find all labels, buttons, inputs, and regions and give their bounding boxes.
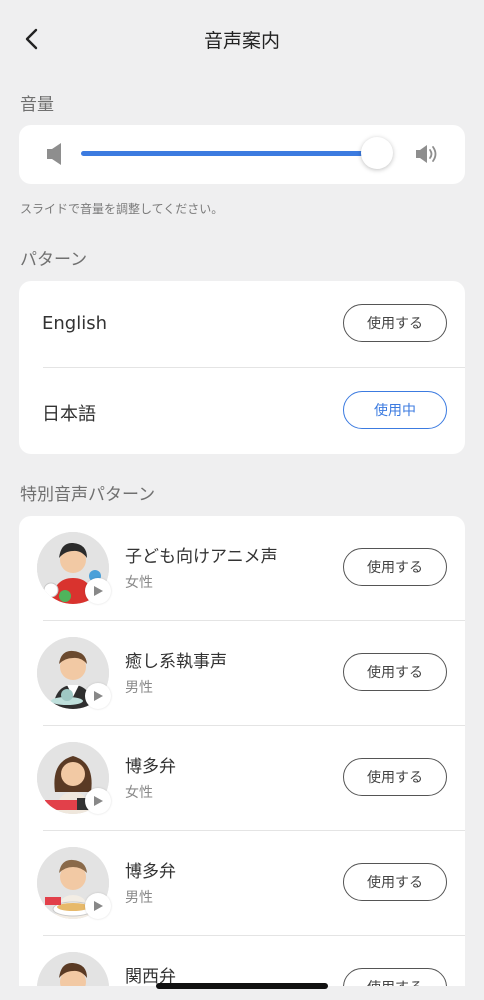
list-item: 子ども向けアニメ声 女性 使用する (19, 516, 465, 620)
list-item: 博多弁 男性 使用する (19, 831, 465, 935)
pattern-section-label: パターン (20, 250, 88, 270)
use-voice-button[interactable]: 使用する (343, 863, 447, 901)
special-card: 子ども向けアニメ声 女性 使用する 癒し系執事声 男性 使用する 博多弁 女性 … (19, 516, 465, 986)
page-title: 音声案内 (203, 30, 280, 52)
japanese-in-use-button[interactable]: 使用中 (343, 391, 447, 429)
volume-hint: スライドで音量を調整してください。 (20, 202, 224, 216)
use-voice-button[interactable]: 使用する (343, 653, 447, 691)
pattern-label: English (42, 313, 107, 334)
list-item: 癒し系執事声 男性 使用する (19, 621, 465, 725)
volume-slider-track[interactable] (81, 151, 389, 156)
nav-bar: 音声案内 (0, 0, 484, 80)
volume-card (19, 125, 465, 184)
play-icon (94, 586, 103, 596)
play-sample-button[interactable] (85, 578, 111, 604)
play-icon (94, 901, 103, 911)
use-voice-button[interactable]: 使用する (343, 758, 447, 796)
play-sample-button[interactable] (85, 788, 111, 814)
voice-gender: 男性 (125, 890, 153, 906)
avatar (37, 952, 109, 986)
use-english-button[interactable]: 使用する (343, 304, 447, 342)
pattern-label: 日本語 (42, 404, 96, 425)
use-voice-button[interactable]: 使用する (343, 968, 447, 986)
speaker-mute-icon (47, 143, 61, 165)
voice-title: 博多弁 (125, 757, 176, 777)
voice-gender: 男性 (125, 680, 153, 696)
speaker-loud-icon (416, 145, 437, 163)
pattern-row-english: English 使用する (19, 281, 465, 367)
voice-gender: 女性 (125, 575, 153, 591)
play-sample-button[interactable] (85, 893, 111, 919)
voice-gender: 女性 (125, 785, 153, 801)
kansai-avatar-icon (37, 952, 109, 986)
home-indicator (156, 983, 328, 989)
play-sample-button[interactable] (85, 683, 111, 709)
voice-title: 博多弁 (125, 862, 176, 882)
volume-slider-knob[interactable] (360, 137, 393, 169)
voice-title: 子ども向けアニメ声 (125, 547, 278, 567)
play-icon (94, 691, 103, 701)
pattern-row-japanese: 日本語 使用中 (19, 368, 465, 454)
volume-section-label: 音量 (20, 95, 54, 115)
use-voice-button[interactable]: 使用する (343, 548, 447, 586)
list-item: 博多弁 女性 使用する (19, 726, 465, 830)
play-icon (94, 796, 103, 806)
voice-title: 癒し系執事声 (125, 652, 227, 672)
special-section-label: 特別音声パターン (20, 485, 156, 505)
list-item: 関西弁 使用する (19, 936, 465, 986)
pattern-card: English 使用する 日本語 使用中 (19, 281, 465, 454)
